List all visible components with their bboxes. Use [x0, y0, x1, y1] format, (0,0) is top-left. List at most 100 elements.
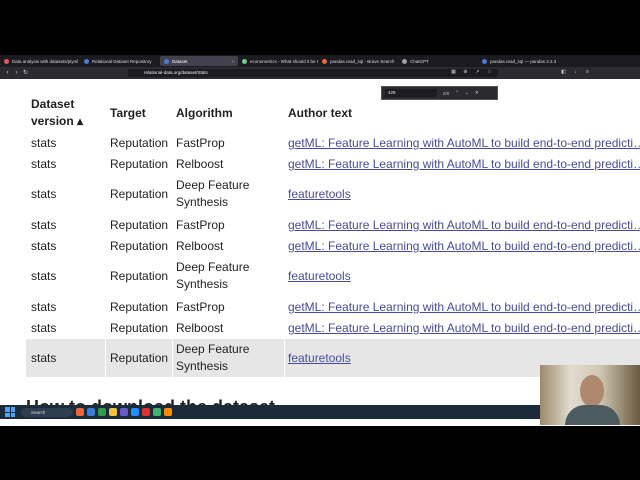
cell-author-link[interactable]: featuretools — [288, 186, 351, 203]
table-row: stats Reputation FastProp getML: Feature Le… — [26, 133, 640, 154]
sort-ascending-icon: ▴ — [77, 114, 84, 128]
brave-app-icon[interactable] — [76, 408, 84, 416]
tab-label: ChatGPT — [410, 58, 429, 64]
table-row: stats Reputation FastProp getML: Feature Le… — [26, 215, 640, 236]
back-icon[interactable]: ‹ — [3, 69, 12, 78]
cell-algorithm: FastProp — [176, 300, 225, 314]
cell-target: Reputation — [110, 187, 169, 201]
forward-icon[interactable]: › — [12, 69, 21, 78]
webcam-overlay — [540, 365, 640, 425]
table-row: stats Reputation Deep Feature Synthesis fea… — [26, 175, 640, 213]
zoom-icon[interactable]: ⊕ — [462, 69, 469, 76]
cell-dataset-version: stats — [31, 157, 57, 171]
cell-algorithm: FastProp — [176, 218, 225, 232]
cell-algorithm: Deep Feature Synthesis — [176, 178, 250, 209]
cell-author-link[interactable]: getML: Feature Learning with AutoML to b… — [288, 156, 640, 173]
menu-icon[interactable]: ≡ — [584, 69, 591, 76]
browser-tab[interactable]: Dataset × — [160, 56, 238, 66]
browser-tab[interactable]: ChatGPT — [398, 56, 478, 66]
header-target[interactable]: Target — [110, 105, 146, 122]
find-input[interactable]: 429 — [385, 89, 437, 97]
tab-favicon-icon — [4, 58, 9, 64]
share-icon[interactable]: ↗ — [474, 69, 481, 76]
explorer-app-icon[interactable] — [109, 408, 117, 416]
download-icon[interactable]: ↓ — [572, 69, 579, 76]
browser-tab-bar: Data analysis with datasets/plyml Relatio… — [0, 55, 640, 67]
cell-target: Reputation — [110, 269, 169, 283]
cell-author-link[interactable]: getML: Feature Learning with AutoML to b… — [288, 238, 640, 255]
cell-author-link[interactable]: getML: Feature Learning with AutoML to b… — [288, 135, 640, 152]
header-author-text[interactable]: Author text — [288, 105, 352, 122]
browser-tab[interactable]: Relational Dataset Repository — [80, 56, 160, 66]
find-next-icon[interactable]: ⌄ — [465, 90, 469, 96]
table-row: stats Reputation Relboost getML: Feature Le… — [26, 236, 640, 257]
cell-algorithm: Relboost — [176, 239, 224, 253]
extensions-icon[interactable]: ◧ — [560, 69, 567, 76]
cell-target: Reputation — [110, 300, 169, 314]
cell-author-link[interactable]: getML: Feature Learning with AutoML to b… — [288, 299, 640, 316]
find-previous-icon[interactable]: ⌃ — [455, 90, 459, 96]
cell-target: Reputation — [110, 136, 169, 150]
vscode-app-icon[interactable] — [120, 408, 128, 416]
header-dataset-version[interactable]: Dataset version ▴ — [31, 96, 101, 130]
cell-algorithm: Deep Feature Synthesis — [176, 342, 250, 373]
tab-favicon-icon — [482, 58, 487, 64]
cell-dataset-version: stats — [31, 300, 57, 314]
table-row: stats Reputation FastProp getML: Feature Le… — [26, 297, 640, 318]
cell-dataset-version: stats — [31, 351, 57, 365]
find-close-icon[interactable]: ✕ — [475, 90, 479, 96]
tab-close-icon[interactable]: × — [231, 59, 234, 64]
cell-algorithm: Relboost — [176, 321, 224, 335]
cell-dataset-version: stats — [31, 218, 57, 232]
app-icon[interactable] — [153, 408, 161, 416]
cell-author-link[interactable]: featuretools — [288, 268, 351, 285]
cell-target: Reputation — [110, 157, 169, 171]
store-app-icon[interactable] — [131, 408, 139, 416]
edge-app-icon[interactable] — [87, 408, 95, 416]
cell-algorithm: Deep Feature Synthesis — [176, 260, 250, 291]
tab-favicon-icon — [164, 58, 169, 64]
webcam-person-head — [580, 375, 604, 407]
tab-favicon-icon — [402, 58, 407, 64]
browser-tab[interactable]: Data analysis with datasets/plyml — [0, 56, 80, 66]
tab-label: pandas.read_sql — pandas 2.2.3 do — [490, 58, 556, 64]
cell-algorithm: FastProp — [176, 136, 225, 150]
tab-label: pandas.read_sql - Brave Search — [330, 58, 395, 64]
table-row: stats Reputation Deep Feature Synthesis fea… — [26, 257, 640, 295]
find-bar: 429 0/0 ⌃ ⌄ ✕ — [381, 86, 498, 100]
app-icon[interactable] — [142, 408, 150, 416]
column-divider — [105, 339, 106, 377]
excel-app-icon[interactable] — [98, 408, 106, 416]
cell-target: Reputation — [110, 351, 169, 365]
browser-tab[interactable]: pandas.read_sql — pandas 2.2.3 do — [478, 56, 556, 66]
cell-dataset-version: stats — [31, 136, 57, 150]
windows-start-icon[interactable] — [5, 407, 15, 417]
reader-icon[interactable]: ▦ — [450, 69, 457, 76]
table-row: stats Reputation Relboost getML: Feature Le… — [26, 318, 640, 339]
browser-tab[interactable]: pandas.read_sql - Brave Search — [318, 56, 398, 66]
cell-dataset-version: stats — [31, 269, 57, 283]
tab-label: econometrics - What should it be tak — [250, 58, 318, 64]
table-row: stats Reputation Relboost getML: Feature Le… — [26, 154, 640, 175]
header-dataset-version-label: Dataset version — [31, 97, 75, 128]
url-bar[interactable]: relational-data.org/dataset/Stats — [128, 69, 498, 77]
cell-dataset-version: stats — [31, 321, 57, 335]
taskbar-search[interactable]: Search — [21, 407, 73, 417]
tab-label: Data analysis with datasets/plyml — [12, 58, 79, 64]
cell-target: Reputation — [110, 239, 169, 253]
column-divider — [284, 339, 285, 377]
header-algorithm[interactable]: Algorithm — [176, 105, 233, 122]
webcam-person-body — [565, 405, 620, 425]
browser-tab[interactable]: econometrics - What should it be tak — [238, 56, 318, 66]
tab-favicon-icon — [242, 58, 247, 64]
cell-author-link[interactable]: getML: Feature Learning with AutoML to b… — [288, 320, 640, 337]
toolbar-right-icons: ◧ ↓ ≡ — [560, 69, 591, 77]
cell-dataset-version: stats — [31, 187, 57, 201]
tab-favicon-icon — [84, 58, 89, 64]
reload-icon[interactable]: ↻ — [21, 69, 30, 78]
cell-author-link[interactable]: getML: Feature Learning with AutoML to b… — [288, 217, 640, 234]
find-count: 0/0 — [443, 90, 450, 96]
bookmark-icon[interactable]: ☆ — [486, 69, 493, 76]
cell-author-link[interactable]: featuretools — [288, 350, 351, 367]
firefox-app-icon[interactable] — [164, 408, 172, 416]
